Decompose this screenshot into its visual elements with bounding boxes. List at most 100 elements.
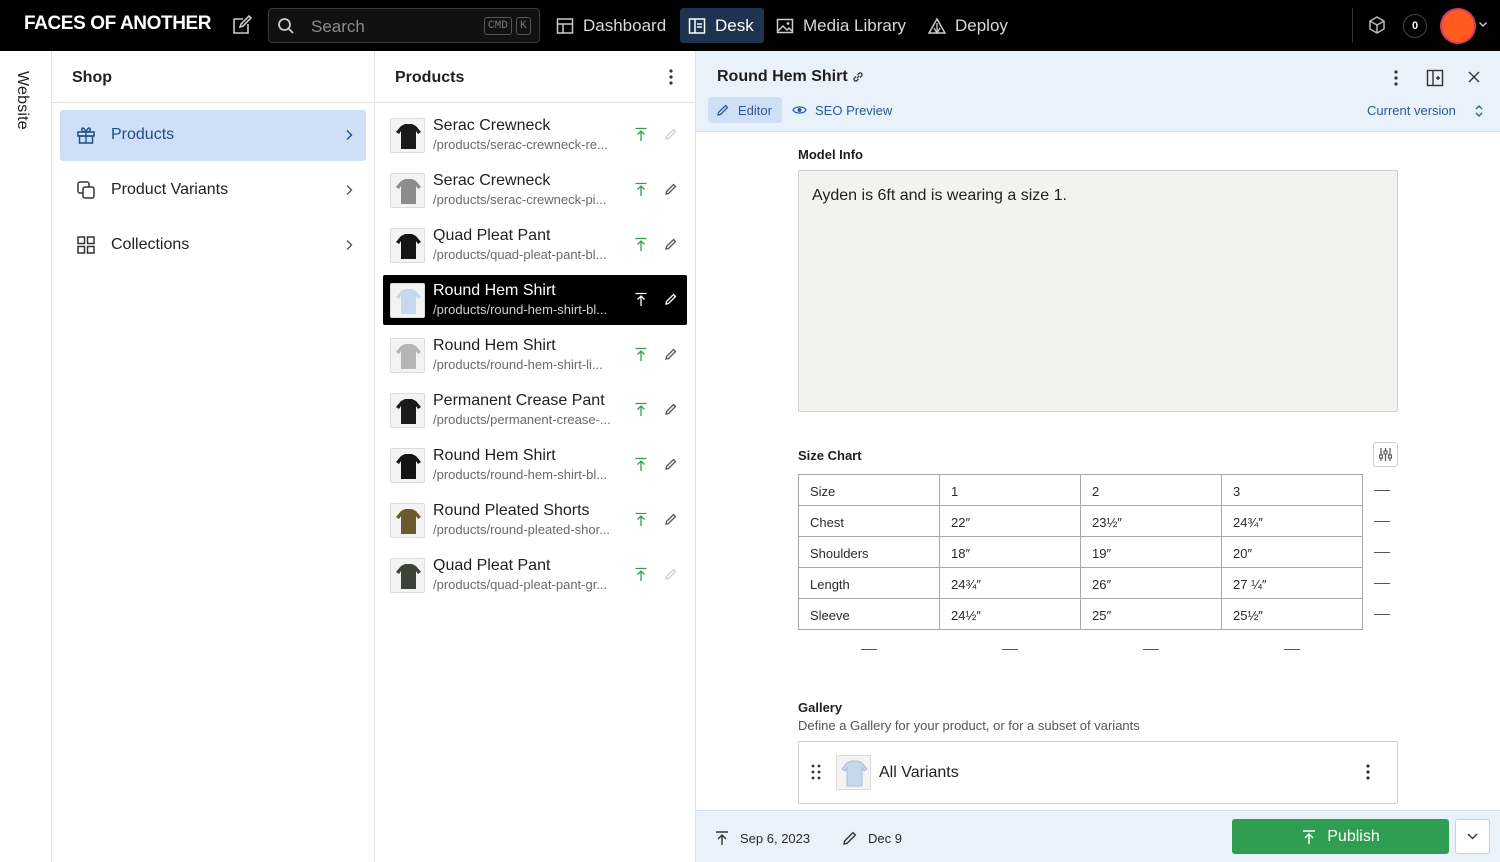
- product-thumbnail: [390, 283, 425, 318]
- shop-pane: Shop Products Product Variants Collectio…: [52, 51, 375, 862]
- editor-pane: Round Hem Shirt Editor SEO Preview Curre…: [696, 51, 1500, 862]
- version-selector[interactable]: Current version: [1367, 103, 1456, 118]
- remove-row-button[interactable]: [1374, 583, 1390, 584]
- size-chart-table: Size 1 2 3 Chest 22″ 23½″ 24¾″ Shoulders 18″ 19″ 20…: [798, 474, 1363, 630]
- publish-menu-button[interactable]: [1455, 819, 1490, 854]
- table-cell[interactable]: 18″: [939, 536, 1081, 568]
- table-cell[interactable]: 24½″: [939, 598, 1081, 630]
- table-cell[interactable]: 22″: [939, 505, 1081, 537]
- product-row[interactable]: Round Hem Shirt/products/round-hem-shirt…: [383, 330, 687, 380]
- product-slug: /products/round-hem-shirt-bl...: [433, 302, 608, 317]
- remove-row-button[interactable]: [1374, 614, 1390, 615]
- table-cell[interactable]: Chest: [798, 505, 940, 537]
- search-box[interactable]: Search CMD K: [268, 8, 540, 43]
- nav-media-library[interactable]: Media Library: [768, 8, 914, 43]
- shop-item-products[interactable]: Products: [60, 110, 366, 161]
- remove-row-button[interactable]: [1374, 552, 1390, 553]
- avatar[interactable]: [1440, 8, 1476, 44]
- table-cell[interactable]: 3: [1221, 474, 1363, 506]
- product-thumbnail: [390, 118, 425, 153]
- table-cell[interactable]: 23½″: [1080, 505, 1222, 537]
- drag-handle-icon[interactable]: [811, 764, 821, 780]
- product-thumbnail: [390, 173, 425, 208]
- product-slug: /products/quad-pleat-pant-gr...: [433, 577, 608, 592]
- nav-dashboard[interactable]: Dashboard: [548, 8, 674, 43]
- published-icon: [634, 127, 648, 142]
- split-pane-icon[interactable]: [1426, 69, 1444, 87]
- publish-arrow-icon: [716, 831, 728, 845]
- product-row[interactable]: Round Pleated Shorts/products/round-plea…: [383, 495, 687, 545]
- product-slug: /products/round-hem-shirt-bl...: [433, 467, 608, 482]
- product-row[interactable]: Permanent Crease Pant/products/permanent…: [383, 385, 687, 435]
- product-thumbnail: [390, 338, 425, 373]
- pencil-icon: [664, 127, 678, 141]
- link-icon[interactable]: [851, 70, 865, 84]
- shop-title: Shop: [52, 51, 374, 103]
- remove-row-button[interactable]: [1374, 521, 1390, 522]
- website-rail[interactable]: Website: [0, 51, 52, 862]
- package-icon[interactable]: [1367, 15, 1387, 35]
- publish-button[interactable]: Publish: [1232, 819, 1449, 854]
- nav-desk[interactable]: Desk: [680, 8, 764, 43]
- table-cell[interactable]: Shoulders: [798, 536, 940, 568]
- nav-desk-label: Desk: [715, 15, 754, 35]
- shop-item-collections[interactable]: Collections: [60, 220, 366, 271]
- remove-row-button[interactable]: [1374, 490, 1390, 491]
- nav-deploy[interactable]: Deploy: [920, 8, 1016, 43]
- divider: [1352, 8, 1353, 43]
- close-icon[interactable]: [1467, 70, 1481, 84]
- product-name: Serac Crewneck: [433, 117, 551, 134]
- table-cell[interactable]: 1: [939, 474, 1081, 506]
- tab-seo-preview[interactable]: SEO Preview: [784, 97, 900, 123]
- published-icon: [634, 292, 648, 307]
- shop-item-product-variants[interactable]: Product Variants: [60, 165, 366, 216]
- notifications-badge[interactable]: 0: [1403, 14, 1427, 38]
- tab-editor[interactable]: Editor: [708, 97, 782, 123]
- remove-column-button[interactable]: [861, 649, 877, 650]
- more-vertical-icon[interactable]: [1394, 70, 1398, 86]
- product-thumbnail: [390, 393, 425, 428]
- remove-column-button[interactable]: [1143, 649, 1159, 650]
- table-cell[interactable]: 19″: [1080, 536, 1222, 568]
- table-cell[interactable]: 20″: [1221, 536, 1363, 568]
- brand-logo[interactable]: FACES OF ANOTHER: [24, 13, 212, 35]
- compose-icon[interactable]: [231, 14, 253, 36]
- dashboard-icon: [556, 17, 574, 34]
- product-row[interactable]: Serac Crewneck/products/serac-crewneck-r…: [383, 110, 687, 160]
- pencil-icon: [664, 182, 678, 196]
- chevron-right-icon: [344, 184, 354, 196]
- table-cell[interactable]: 24¾″: [1221, 505, 1363, 537]
- remove-column-button[interactable]: [1002, 649, 1018, 650]
- chevron-up-down-icon[interactable]: [1474, 103, 1484, 119]
- published-icon: [634, 567, 648, 582]
- table-cell[interactable]: Size: [798, 474, 940, 506]
- product-name: Round Hem Shirt: [433, 447, 556, 464]
- published-icon: [634, 237, 648, 252]
- table-cell[interactable]: 25″: [1080, 598, 1222, 630]
- table-cell[interactable]: 27 ¼″: [1221, 567, 1363, 599]
- pencil-icon: [664, 402, 678, 416]
- product-row[interactable]: Quad Pleat Pant/products/quad-pleat-pant…: [383, 220, 687, 270]
- model-info-textarea[interactable]: Ayden is 6ft and is wearing a size 1.: [798, 170, 1398, 412]
- product-name: Round Pleated Shorts: [433, 502, 590, 519]
- gift-icon: [76, 125, 96, 145]
- settings-sliders-icon[interactable]: [1373, 442, 1398, 467]
- table-cell[interactable]: 2: [1080, 474, 1222, 506]
- table-cell[interactable]: Sleeve: [798, 598, 940, 630]
- table-cell[interactable]: 24¾″: [939, 567, 1081, 599]
- more-vertical-icon[interactable]: [669, 69, 673, 85]
- product-row[interactable]: Round Hem Shirt/products/round-hem-shirt…: [383, 275, 687, 325]
- remove-column-button[interactable]: [1284, 649, 1300, 650]
- more-vertical-icon[interactable]: [1366, 764, 1370, 780]
- grid-icon: [76, 235, 96, 255]
- published-icon: [634, 402, 648, 417]
- product-row[interactable]: Quad Pleat Pant/products/quad-pleat-pant…: [383, 550, 687, 600]
- product-row[interactable]: Serac Crewneck/products/serac-crewneck-p…: [383, 165, 687, 215]
- table-cell[interactable]: 26″: [1080, 567, 1222, 599]
- gallery-item[interactable]: All Variants: [798, 741, 1398, 804]
- chevron-down-icon[interactable]: [1478, 19, 1488, 29]
- table-cell[interactable]: Length: [798, 567, 940, 599]
- product-row[interactable]: Round Hem Shirt/products/round-hem-shirt…: [383, 440, 687, 490]
- table-cell[interactable]: 25½″: [1221, 598, 1363, 630]
- product-slug: /products/round-pleated-shor...: [433, 522, 611, 537]
